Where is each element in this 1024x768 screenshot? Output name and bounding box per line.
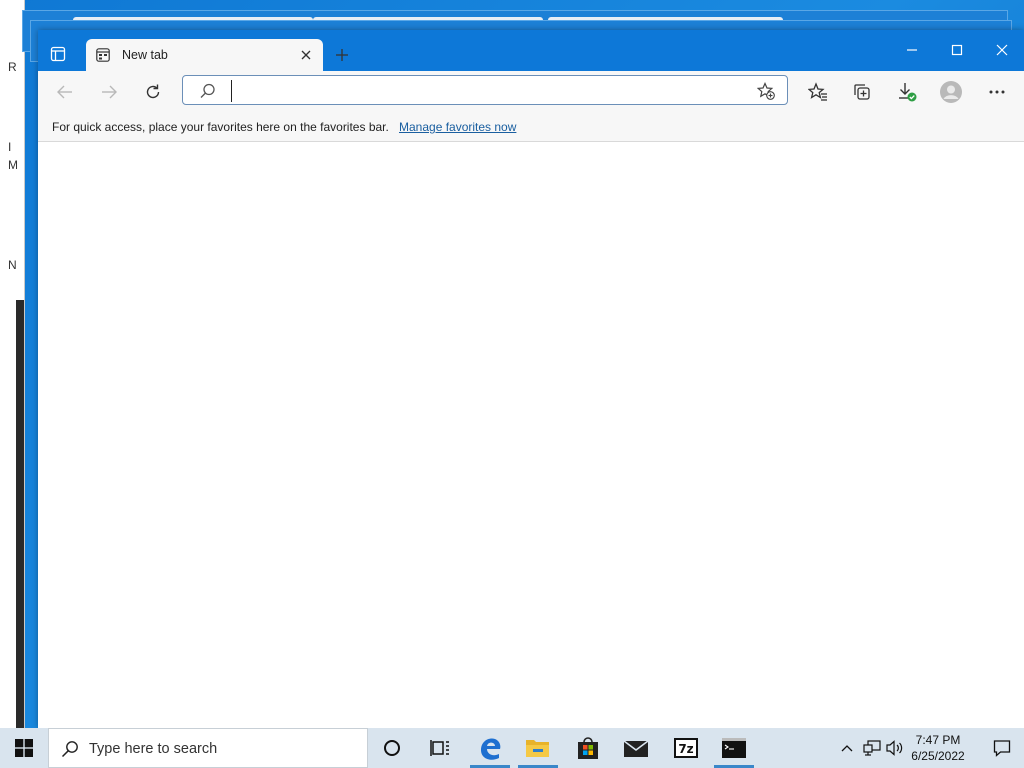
new-tab-button[interactable]: [331, 44, 353, 66]
taskbar-command-prompt[interactable]: [710, 728, 758, 768]
address-input[interactable]: [231, 80, 748, 102]
left-window-glyph-4: N: [8, 258, 17, 272]
search-icon: [199, 82, 217, 100]
tab-title: New tab: [122, 48, 168, 62]
favorites-bar-message: For quick access, place your favorites h…: [52, 120, 389, 134]
refresh-button[interactable]: [140, 79, 166, 105]
store-bag-icon: [578, 737, 598, 759]
forward-arrow-icon: [102, 85, 117, 99]
minimize-button[interactable]: [890, 36, 934, 64]
notification-icon: [993, 740, 1011, 757]
folder-icon: [526, 740, 549, 757]
forward-button[interactable]: [96, 79, 122, 105]
favorites-star-icon: [808, 82, 827, 101]
back-arrow-icon: [57, 85, 72, 99]
back-button[interactable]: [52, 79, 78, 105]
favorites-bar: For quick access, place your favorites h…: [38, 111, 1024, 142]
action-center-button[interactable]: [980, 728, 1024, 768]
manage-favorites-link[interactable]: Manage favorites now: [399, 120, 516, 134]
start-button[interactable]: [0, 728, 48, 768]
clock-time: 7:47 PM: [915, 733, 961, 747]
network-button[interactable]: [860, 728, 884, 768]
minimize-icon: [907, 49, 917, 51]
more-dots-icon: [989, 90, 1005, 94]
edge-browser-window[interactable]: New tab For quick access, place your fav…: [38, 30, 1024, 728]
taskbar-edge[interactable]: [466, 728, 514, 768]
task-view-icon: [430, 740, 449, 756]
seven-zip-icon: 7z: [674, 738, 698, 758]
left-window-glyph-3: M: [8, 158, 18, 172]
new-tab-favicon-icon: [96, 48, 110, 62]
page-content[interactable]: [38, 142, 1024, 728]
collections-icon: [854, 84, 870, 100]
favorites-button[interactable]: [805, 79, 831, 105]
taskbar-search-placeholder: Type here to search: [89, 741, 218, 757]
taskbar-mail[interactable]: [612, 728, 660, 768]
profile-button[interactable]: [938, 79, 964, 105]
collections-button[interactable]: [849, 79, 875, 105]
cortana-button[interactable]: [368, 728, 416, 768]
clock-date: 6/25/2022: [911, 749, 965, 763]
tab-close-icon[interactable]: [297, 46, 315, 64]
settings-more-button[interactable]: [984, 79, 1010, 105]
maximize-icon: [951, 44, 963, 56]
download-icon: [899, 83, 917, 102]
title-bar[interactable]: New tab: [38, 30, 1024, 71]
edge-icon: [481, 738, 501, 760]
taskbar-7zip[interactable]: 7z: [662, 728, 710, 768]
refresh-icon: [146, 84, 160, 99]
close-icon: [996, 44, 1008, 56]
taskbar-microsoft-store[interactable]: [564, 728, 612, 768]
taskbar-clock[interactable]: 7:47 PM 6/25/2022: [898, 732, 978, 764]
network-icon: [863, 740, 881, 756]
command-prompt-icon: [722, 738, 746, 758]
taskbar: Type here to search 7z 7:47 PM 6/25/2022: [0, 728, 1024, 768]
task-view-button[interactable]: [416, 728, 464, 768]
show-hidden-icons-button[interactable]: [836, 728, 858, 768]
add-favorite-icon[interactable]: [756, 82, 775, 100]
taskbar-search-box[interactable]: Type here to search: [48, 728, 368, 768]
downloads-button[interactable]: [894, 79, 920, 105]
taskbar-file-explorer[interactable]: [514, 728, 562, 768]
tab-new-tab[interactable]: New tab: [86, 39, 323, 71]
close-window-button[interactable]: [980, 36, 1024, 64]
mail-envelope-icon: [623, 740, 649, 757]
left-window-glyph-2: I: [8, 140, 12, 154]
browser-toolbar: [38, 71, 1024, 111]
background-window-left[interactable]: R I M N: [0, 0, 25, 728]
left-window-dark-area: [16, 300, 24, 728]
plus-icon: [336, 49, 348, 61]
left-window-glyph-1: R: [8, 60, 17, 74]
tab-actions-icon[interactable]: [48, 44, 68, 64]
address-bar[interactable]: [182, 75, 788, 105]
avatar-icon: [940, 81, 962, 103]
taskbar-search-icon: [61, 740, 79, 758]
cortana-circle-icon: [384, 740, 400, 756]
svg-text:7z: 7z: [678, 742, 693, 756]
windows-logo-icon: [15, 739, 33, 757]
chevron-up-icon: [841, 745, 853, 752]
maximize-button[interactable]: [935, 36, 979, 64]
